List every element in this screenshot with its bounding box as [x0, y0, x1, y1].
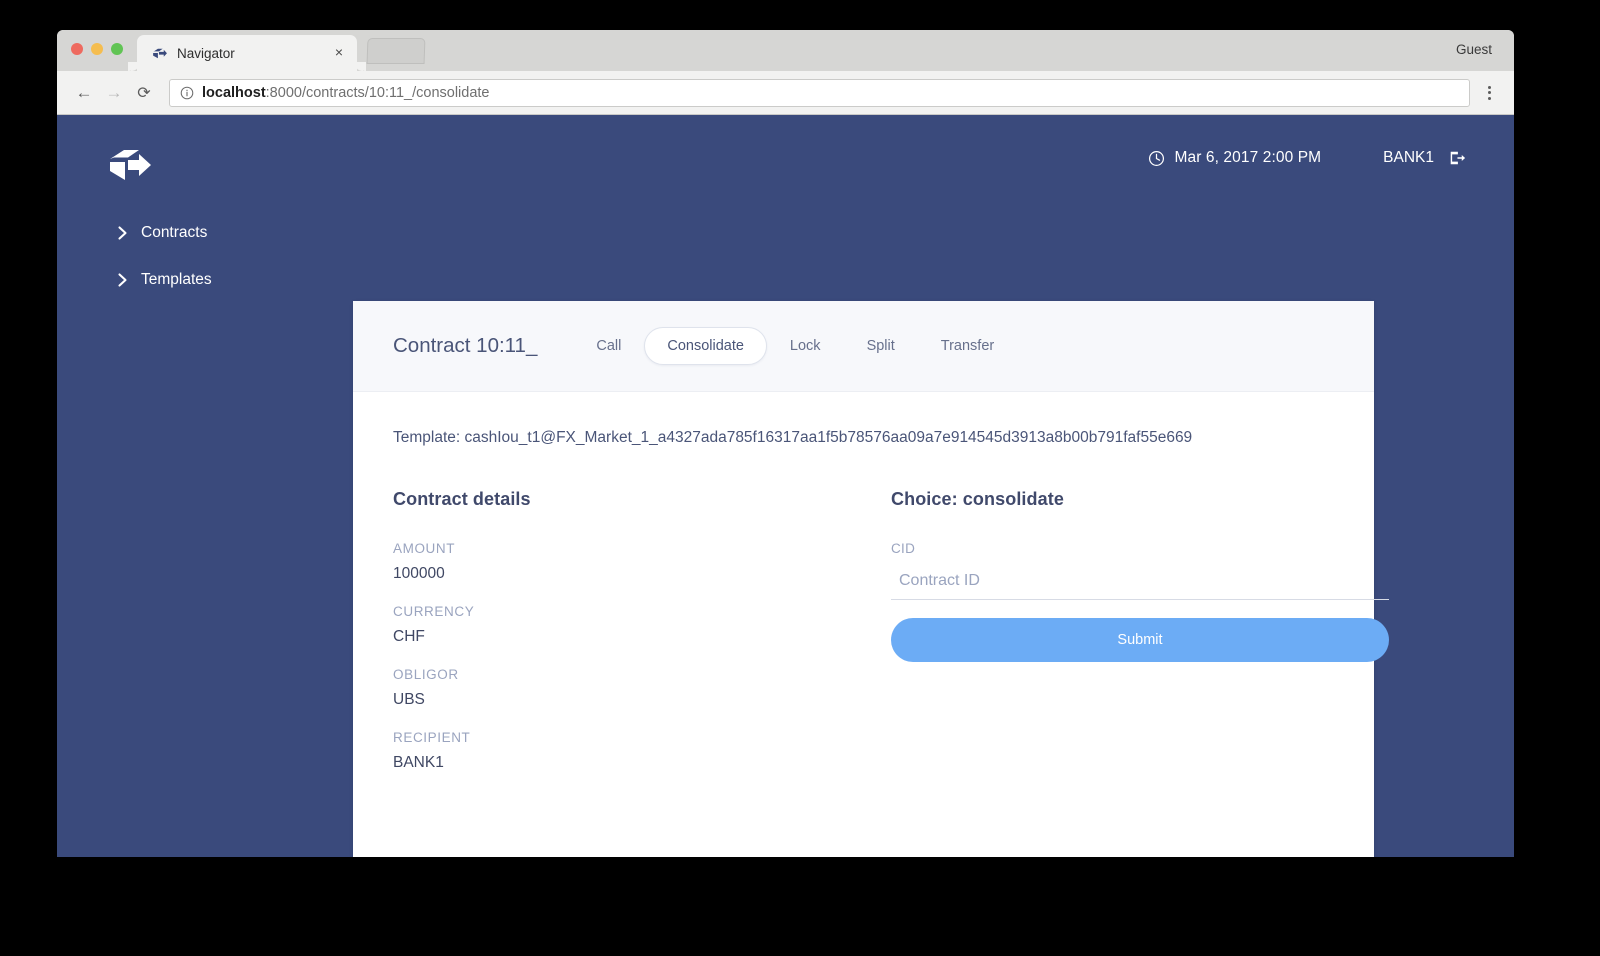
profile-label[interactable]: Guest [1456, 42, 1492, 57]
sidebar-item-templates[interactable]: Templates [57, 262, 353, 298]
close-icon[interactable]: × [331, 45, 347, 61]
close-window-button[interactable] [71, 43, 83, 55]
kebab-menu-icon[interactable] [1476, 85, 1502, 100]
contract-details-heading: Contract details [393, 489, 531, 509]
field-value: UBS [393, 691, 425, 708]
field-label: OBLIGOR [393, 667, 459, 682]
choice-heading: Choice: consolidate [891, 489, 1064, 509]
field-value: BANK1 [393, 754, 444, 771]
field-currency: CURRENCY CHF [393, 604, 891, 646]
template-identifier: Template: cashIou_t1@FX_Market_1_a4327ad… [393, 429, 1193, 446]
chevron-right-icon [118, 226, 127, 240]
navigator-cube-arrow-logo[interactable] [108, 145, 152, 185]
clock-icon [1148, 150, 1164, 166]
tab-split[interactable]: Split [844, 327, 918, 365]
info-circle-icon[interactable] [180, 86, 194, 100]
cid-label: CID [891, 541, 916, 556]
header-right-group: Mar 6, 2017 2:00 PM BANK1 [1148, 149, 1467, 167]
card-header: Contract 10:11_ Call Consolidate Lock Sp… [353, 301, 1374, 392]
logout-icon[interactable] [1448, 149, 1466, 167]
browser-toolbar: ← → ⟳ localhost:8000/contracts/10:11_/co… [57, 71, 1514, 115]
address-bar[interactable]: localhost:8000/contracts/10:11_/consolid… [169, 78, 1470, 107]
browser-window: Navigator × Guest ← → ⟳ localhost:8000/c… [57, 30, 1514, 857]
content-columns: Contract details AMOUNT 100000 CURRENCY … [393, 489, 1389, 793]
sidebar-item-contracts[interactable]: Contracts [57, 215, 353, 251]
field-obligor: OBLIGOR UBS [393, 667, 891, 709]
contract-details-panel: Contract details AMOUNT 100000 CURRENCY … [393, 489, 891, 793]
field-amount: AMOUNT 100000 [393, 541, 891, 583]
window-controls [71, 43, 123, 55]
field-label: RECIPIENT [393, 730, 471, 745]
new-tab-button[interactable] [366, 38, 426, 64]
current-party: BANK1 [1383, 149, 1434, 166]
url-path: :8000/contracts/10:11_/consolidate [265, 84, 490, 101]
maximize-window-button[interactable] [111, 43, 123, 55]
card-body: Template: cashIou_t1@FX_Market_1_a4327ad… [353, 392, 1389, 793]
sidebar: Contracts Templates [57, 215, 353, 309]
url-text: localhost:8000/contracts/10:11_/consolid… [202, 85, 490, 101]
field-value: CHF [393, 628, 425, 645]
cid-input[interactable] [891, 566, 1389, 600]
forward-button[interactable]: → [99, 78, 129, 108]
page-title: Contract 10:11_ [393, 334, 538, 357]
tab-lock[interactable]: Lock [767, 327, 844, 365]
field-recipient: RECIPIENT BANK1 [393, 730, 891, 772]
back-button[interactable]: ← [69, 78, 99, 108]
submit-button[interactable]: Submit [891, 618, 1389, 662]
browser-tab[interactable]: Navigator × [128, 35, 366, 71]
navigator-logo-icon [153, 48, 167, 58]
reload-button[interactable]: ⟳ [129, 78, 159, 108]
contract-card: Contract 10:11_ Call Consolidate Lock Sp… [353, 301, 1389, 857]
field-label: CURRENCY [393, 604, 475, 619]
browser-tab-title: Navigator [177, 45, 235, 61]
choice-tabs: Call Consolidate Lock Split Transfer [573, 327, 1017, 365]
app-header: Mar 6, 2017 2:00 PM BANK1 [57, 115, 1514, 215]
url-host: localhost [202, 84, 266, 101]
tab-call[interactable]: Call [573, 327, 644, 365]
tab-consolidate[interactable]: Consolidate [644, 327, 767, 365]
sidebar-item-label: Templates [141, 271, 212, 288]
chevron-right-icon [118, 273, 127, 287]
sidebar-item-label: Contracts [141, 224, 208, 241]
browser-tab-strip: Navigator × Guest [57, 30, 1514, 71]
tab-transfer[interactable]: Transfer [918, 327, 1017, 365]
field-label: AMOUNT [393, 541, 456, 556]
app-viewport: Mar 6, 2017 2:00 PM BANK1 Contracts Temp… [57, 115, 1514, 857]
current-datetime: Mar 6, 2017 2:00 PM [1174, 149, 1322, 166]
minimize-window-button[interactable] [91, 43, 103, 55]
field-value: 100000 [393, 565, 445, 582]
choice-panel: Choice: consolidate CID Submit [891, 489, 1389, 793]
